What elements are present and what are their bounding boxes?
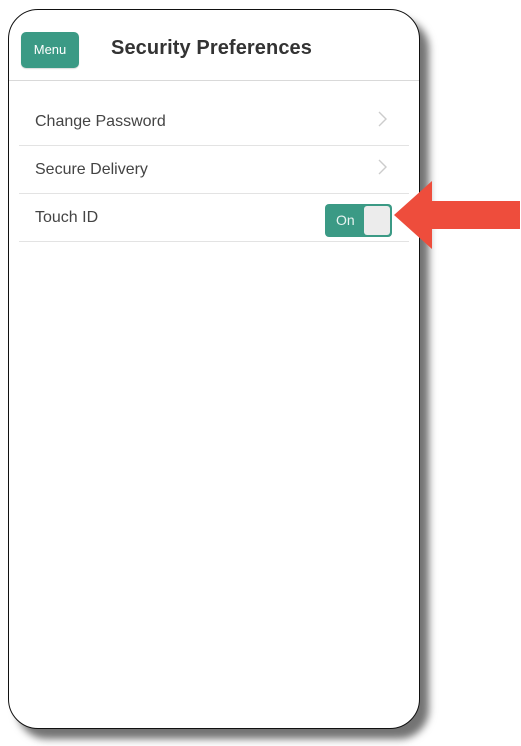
phone-screen: Menu Security Preferences Change Passwor… [8, 9, 420, 729]
page-title: Security Preferences [111, 37, 313, 59]
touch-id-toggle[interactable]: On [325, 204, 392, 237]
setting-label: Touch ID [35, 209, 99, 226]
toggle-knob [364, 206, 390, 235]
app-header: Menu Security Preferences [9, 10, 419, 81]
stage: Menu Security Preferences Change Passwor… [0, 0, 521, 746]
setting-row-touch-id: Touch ID On [19, 194, 409, 242]
chevron-right-icon [378, 159, 387, 175]
menu-button[interactable]: Menu [21, 32, 79, 68]
setting-row-secure-delivery[interactable]: Secure Delivery [19, 146, 409, 194]
setting-label: Change Password [35, 113, 166, 130]
toggle-state-label: On [336, 212, 355, 228]
setting-label: Secure Delivery [35, 161, 148, 178]
arrow-left-icon [394, 181, 520, 249]
settings-list: Change Password Secure Delivery Touch ID… [19, 98, 409, 242]
setting-row-change-password[interactable]: Change Password [19, 98, 409, 146]
chevron-right-icon [378, 111, 387, 127]
